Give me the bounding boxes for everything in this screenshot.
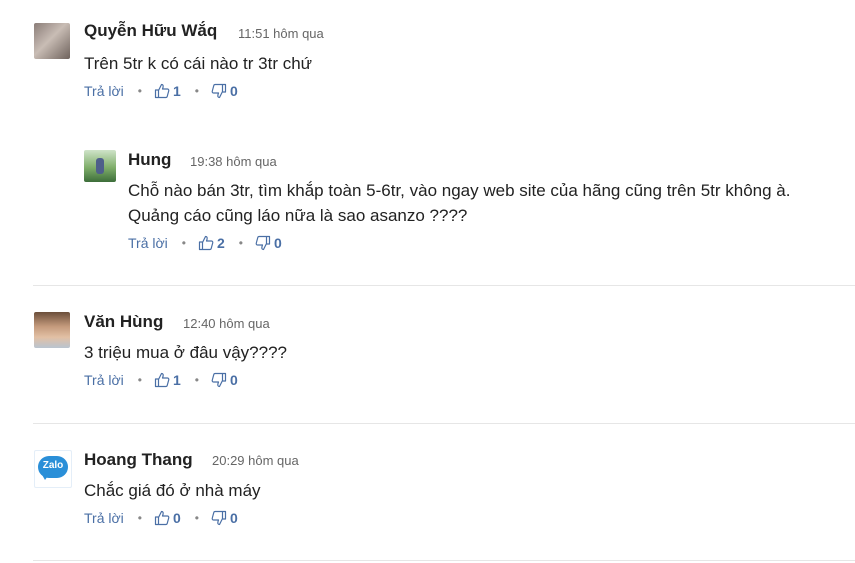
- like-count: 2: [216, 235, 225, 251]
- avatar[interactable]: [84, 150, 116, 182]
- reply-button[interactable]: Trả lời: [84, 372, 124, 388]
- dislike-count: 0: [229, 372, 238, 388]
- like-count: 1: [172, 372, 181, 388]
- separator-dot: •: [194, 84, 199, 98]
- comment-actions: Trả lời • 1 • 0: [84, 372, 238, 388]
- comment-time: 19:38 hôm qua: [190, 154, 277, 169]
- divider: [33, 285, 855, 286]
- comment-author[interactable]: Hoang Thang: [84, 450, 193, 470]
- reply-button[interactable]: Trả lời: [128, 235, 168, 251]
- thumbs-up-icon: [154, 372, 170, 388]
- avatar[interactable]: [34, 23, 70, 59]
- like-button[interactable]: 0: [154, 510, 181, 526]
- comment-text: Chắc giá đó ở nhà máy: [84, 481, 261, 500]
- dislike-button[interactable]: 0: [211, 83, 238, 99]
- dislike-button[interactable]: 0: [255, 235, 282, 251]
- comment-time: 12:40 hôm qua: [183, 316, 270, 331]
- thumbs-down-icon: [255, 235, 271, 251]
- comment-text: Quảng cáo cũng láo nữa là sao asanzo ???…: [128, 206, 468, 225]
- separator-dot: •: [137, 511, 142, 525]
- dislike-count: 0: [229, 83, 238, 99]
- comment-author[interactable]: Văn Hùng: [84, 312, 163, 332]
- dislike-button[interactable]: 0: [211, 510, 238, 526]
- thumbs-up-icon: [154, 510, 170, 526]
- divider: [33, 423, 855, 424]
- dislike-count: 0: [273, 235, 282, 251]
- thumbs-down-icon: [211, 83, 227, 99]
- divider: [33, 560, 855, 561]
- separator-dot: •: [181, 236, 186, 250]
- like-button[interactable]: 2: [198, 235, 225, 251]
- separator-dot: •: [194, 511, 199, 525]
- separator-dot: •: [137, 373, 142, 387]
- zalo-avatar[interactable]: Zalo: [34, 450, 72, 488]
- like-button[interactable]: 1: [154, 372, 181, 388]
- avatar[interactable]: [34, 312, 70, 348]
- thumbs-up-icon: [198, 235, 214, 251]
- comment-time: 11:51 hôm qua: [238, 26, 324, 41]
- comment-text: Trên 5tr k có cái nào tr 3tr chứ: [84, 54, 313, 73]
- comment-actions: Trả lời • 2 • 0: [128, 235, 282, 251]
- comment-time: 20:29 hôm qua: [212, 453, 299, 468]
- comment-actions: Trả lời • 1 • 0: [84, 83, 238, 99]
- like-button[interactable]: 1: [154, 83, 181, 99]
- comment-actions: Trả lời • 0 • 0: [84, 510, 238, 526]
- comment-author[interactable]: Quyễn Hữu Wắq: [84, 21, 217, 41]
- comment-text: Chỗ nào bán 3tr, tìm khắp toàn 5-6tr, và…: [128, 181, 791, 200]
- dislike-count: 0: [229, 510, 238, 526]
- thumbs-down-icon: [211, 372, 227, 388]
- separator-dot: •: [137, 84, 142, 98]
- separator-dot: •: [194, 373, 199, 387]
- reply-button[interactable]: Trả lời: [84, 510, 124, 526]
- comment-text: 3 triệu mua ở đâu vậy????: [84, 343, 287, 362]
- zalo-logo-text: Zalo: [42, 460, 64, 471]
- comment-author[interactable]: Hung: [128, 150, 171, 170]
- thumbs-down-icon: [211, 510, 227, 526]
- like-count: 1: [172, 83, 181, 99]
- thumbs-up-icon: [154, 83, 170, 99]
- like-count: 0: [172, 510, 181, 526]
- reply-button[interactable]: Trả lời: [84, 83, 124, 99]
- dislike-button[interactable]: 0: [211, 372, 238, 388]
- separator-dot: •: [238, 236, 243, 250]
